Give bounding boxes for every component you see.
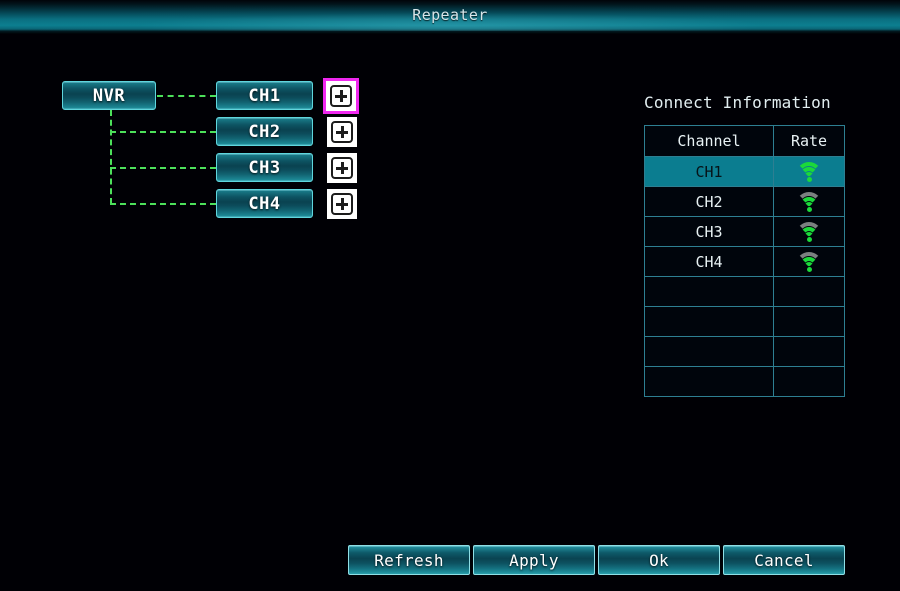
table-row[interactable] <box>644 366 845 397</box>
table-header-row: Channel Rate <box>644 125 845 157</box>
plus-icon <box>331 121 353 143</box>
cell-channel <box>644 276 774 307</box>
cell-rate <box>773 336 845 367</box>
wifi-signal-icon <box>796 252 822 272</box>
column-header-channel: Channel <box>644 125 774 157</box>
tree-node-ch2[interactable]: CH2 <box>216 117 313 146</box>
tree-node-nvr-label: NVR <box>92 85 126 106</box>
tree-node-ch2-label: CH2 <box>248 121 281 142</box>
dialog-body: NVR CH1 CH2 CH3 CH4 Connect Information … <box>0 34 900 591</box>
wifi-signal-icon <box>796 162 822 182</box>
tree-node-ch4[interactable]: CH4 <box>216 189 313 218</box>
cell-channel: CH1 <box>644 156 774 187</box>
plus-icon <box>330 85 352 107</box>
tree-node-ch3-label: CH3 <box>248 157 281 178</box>
expand-button-ch2[interactable] <box>327 117 357 147</box>
tree-node-ch1-label: CH1 <box>248 85 281 106</box>
cell-rate <box>773 306 845 337</box>
connect-information-title: Connect Information <box>644 93 831 112</box>
ok-button[interactable]: Ok <box>598 545 720 575</box>
window-title: Repeater <box>412 6 488 24</box>
cell-channel: CH2 <box>644 186 774 217</box>
cell-rate <box>773 216 845 247</box>
cell-channel: CH4 <box>644 246 774 277</box>
cell-rate <box>773 246 845 277</box>
tree-node-ch4-label: CH4 <box>248 193 281 214</box>
window-titlebar: Repeater <box>0 0 900 31</box>
cell-rate <box>773 186 845 217</box>
table-row[interactable]: CH1 <box>644 156 845 187</box>
tree-branch-line-ch3 <box>110 167 216 169</box>
expand-button-ch1[interactable] <box>323 78 359 114</box>
connect-information-table: Channel Rate CH1 CH2 CH3 CH4 <box>644 125 845 397</box>
tree-node-nvr[interactable]: NVR <box>62 81 156 110</box>
cell-channel <box>644 306 774 337</box>
table-row[interactable]: CH4 <box>644 246 845 277</box>
cancel-button[interactable]: Cancel <box>723 545 845 575</box>
cell-rate <box>773 276 845 307</box>
tree-branch-line-ch2 <box>110 131 216 133</box>
expand-button-ch3[interactable] <box>327 153 357 183</box>
apply-button[interactable]: Apply <box>473 545 595 575</box>
tree-branch-line-ch4 <box>110 203 216 205</box>
expand-button-ch4[interactable] <box>327 189 357 219</box>
wifi-signal-icon <box>796 222 822 242</box>
table-row[interactable]: CH3 <box>644 216 845 247</box>
refresh-button[interactable]: Refresh <box>348 545 470 575</box>
cell-channel: CH3 <box>644 216 774 247</box>
column-header-rate: Rate <box>773 125 845 157</box>
tree-branch-line-ch1 <box>157 95 216 97</box>
table-row[interactable]: CH2 <box>644 186 845 217</box>
cell-rate <box>773 366 845 397</box>
plus-icon <box>331 157 353 179</box>
tree-node-ch1[interactable]: CH1 <box>216 81 313 110</box>
plus-icon <box>331 193 353 215</box>
cell-channel <box>644 366 774 397</box>
tree-node-ch3[interactable]: CH3 <box>216 153 313 182</box>
wifi-signal-icon <box>796 192 822 212</box>
table-row[interactable] <box>644 336 845 367</box>
tree-trunk-line <box>110 110 112 204</box>
cell-rate <box>773 156 845 187</box>
table-row[interactable] <box>644 276 845 307</box>
cell-channel <box>644 336 774 367</box>
table-row[interactable] <box>644 306 845 337</box>
